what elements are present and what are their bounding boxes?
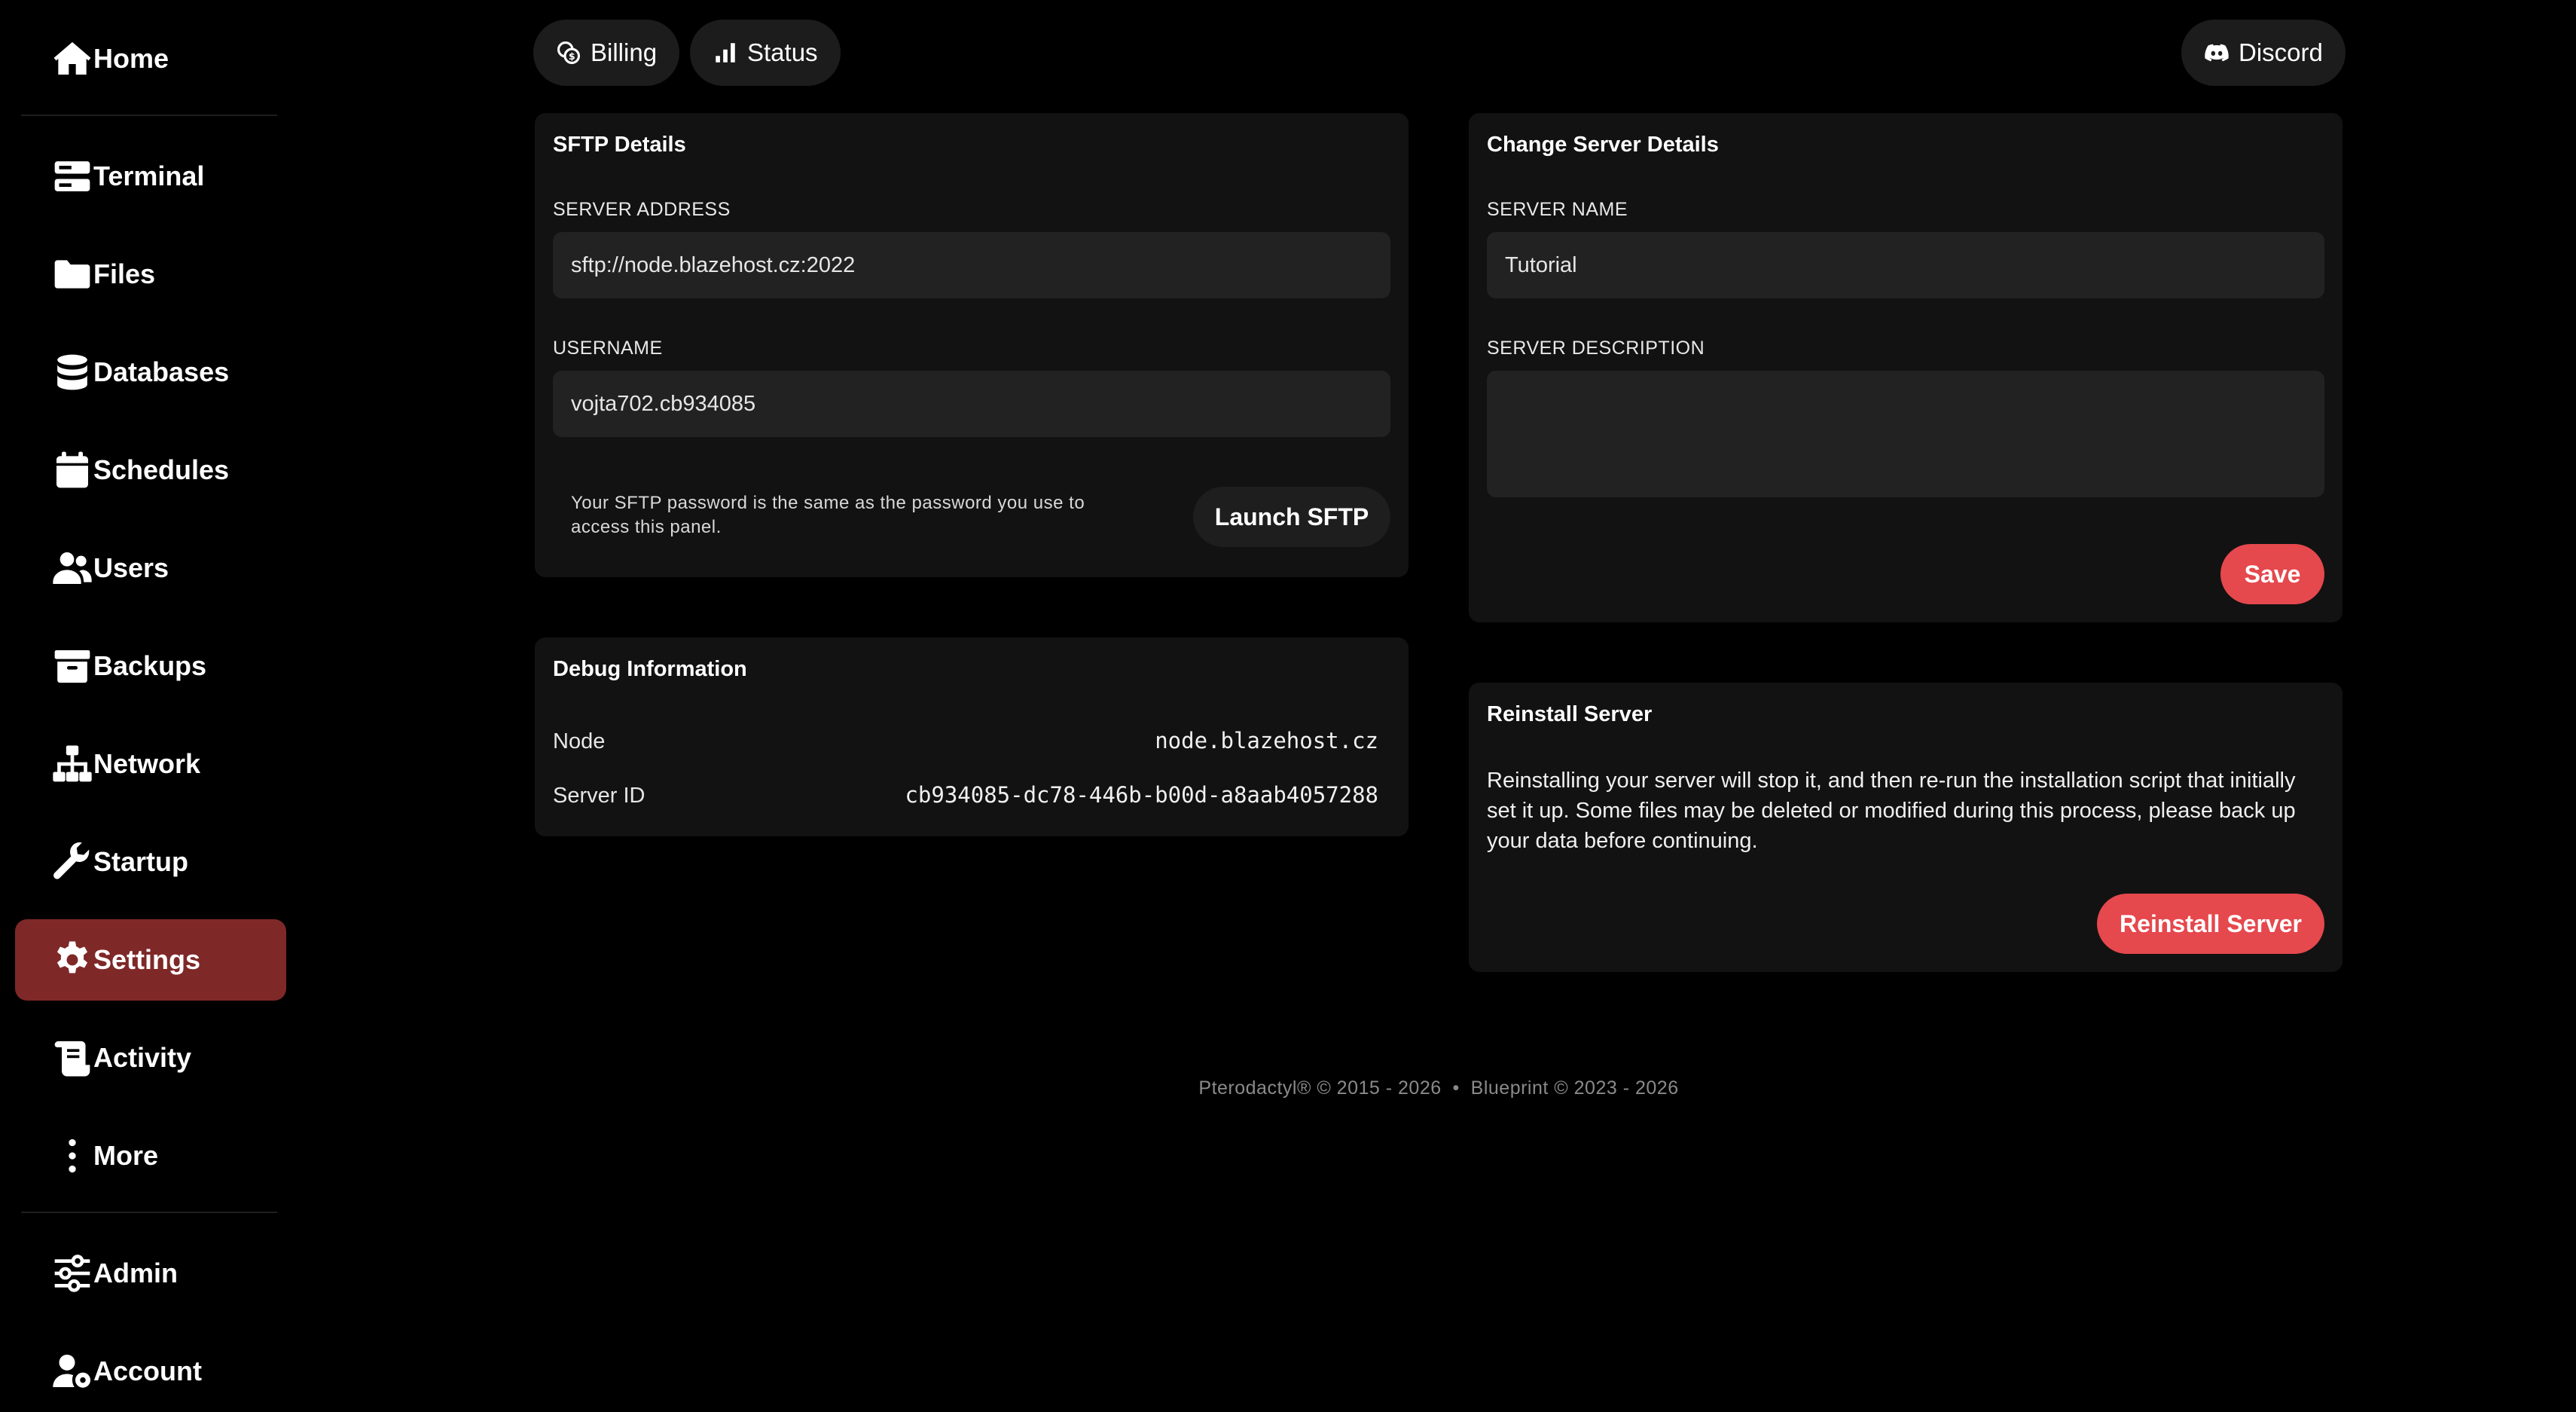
sftp-details-panel: SFTP Details SERVER ADDRESS USERNAME You… <box>535 113 1409 577</box>
user-gear-icon <box>51 1350 93 1392</box>
sidebar-item-network[interactable]: Network <box>15 723 286 805</box>
more-vertical-icon <box>51 1135 93 1177</box>
archive-icon <box>51 645 93 687</box>
discord-icon <box>2204 40 2230 66</box>
reinstall-server-panel: Reinstall Server Reinstalling your serve… <box>1469 683 2343 972</box>
panel-title: Debug Information <box>553 657 747 681</box>
sidebar-item-account[interactable]: Account <box>15 1331 286 1412</box>
calendar-icon <box>51 449 93 491</box>
debug-information-panel: Debug Information Node node.blazehost.cz… <box>535 637 1409 836</box>
panel-title: Change Server Details <box>1487 133 1719 157</box>
sidebar-item-label: Backups <box>93 650 207 681</box>
server-id-value: cb934085-dc78-446b-b00d-a8aab4057288 <box>905 782 1378 808</box>
sidebar-divider <box>21 115 277 116</box>
save-button[interactable]: Save <box>2220 544 2324 604</box>
username-label: USERNAME <box>553 338 663 359</box>
sidebar-item-databases[interactable]: Databases <box>15 332 286 413</box>
terminal-icon <box>51 155 93 197</box>
status-label: Status <box>747 38 818 66</box>
sliders-icon <box>51 1252 93 1294</box>
panel-title: SFTP Details <box>553 133 686 157</box>
folder-icon <box>51 253 93 295</box>
sidebar-divider <box>21 1212 277 1213</box>
billing-label: Billing <box>591 38 658 66</box>
discord-label: Discord <box>2239 38 2323 66</box>
server-name-input[interactable] <box>1487 232 2324 298</box>
launch-sftp-button[interactable]: Launch SFTP <box>1193 487 1390 547</box>
home-icon <box>51 38 93 80</box>
sidebar-item-label: Network <box>93 748 201 779</box>
server-address-label: SERVER ADDRESS <box>553 199 731 220</box>
sidebar-item-more[interactable]: More <box>15 1115 286 1197</box>
users-icon <box>51 547 93 589</box>
sidebar-item-admin[interactable]: Admin <box>15 1233 286 1314</box>
svg-text:$: $ <box>569 51 575 63</box>
server-description-textarea[interactable] <box>1487 371 2324 497</box>
sidebar-item-backups[interactable]: Backups <box>15 625 286 707</box>
sidebar-item-label: Home <box>93 43 169 74</box>
sidebar-item-startup[interactable]: Startup <box>15 821 286 903</box>
sidebar-item-label: Settings <box>93 944 201 975</box>
sidebar-item-label: Files <box>93 258 156 289</box>
server-description-label: SERVER DESCRIPTION <box>1487 338 1705 359</box>
sidebar-item-users[interactable]: Users <box>15 527 286 609</box>
sidebar-item-label: Databases <box>93 356 230 387</box>
billing-icon: $ <box>556 40 581 66</box>
sidebar-item-label: Activity <box>93 1042 192 1073</box>
sidebar-item-label: Admin <box>93 1258 178 1288</box>
network-icon <box>51 743 93 785</box>
sidebar-item-label: Terminal <box>93 160 205 191</box>
node-label: Node <box>553 729 606 753</box>
sidebar-item-label: Users <box>93 552 169 583</box>
server-name-label: SERVER NAME <box>1487 199 1628 220</box>
database-icon <box>51 351 93 393</box>
sidebar-item-home[interactable]: Home <box>15 18 286 99</box>
sidebar-item-terminal[interactable]: Terminal <box>15 136 286 217</box>
sidebar: Home Terminal Files Databases Schedules … <box>0 0 301 1403</box>
sidebar-item-label: Account <box>93 1355 202 1386</box>
sidebar-item-label: Schedules <box>93 454 230 485</box>
change-server-details-panel: Change Server Details SERVER NAME SERVER… <box>1469 113 2343 622</box>
discord-button[interactable]: Discord <box>2181 20 2346 86</box>
username-input[interactable] <box>553 371 1390 437</box>
reinstall-server-button[interactable]: Reinstall Server <box>2097 894 2324 954</box>
sidebar-item-label: Startup <box>93 846 188 877</box>
reinstall-warning-text: Reinstalling your server will stop it, a… <box>1487 769 2296 853</box>
billing-button[interactable]: $ Billing <box>533 20 680 86</box>
scroll-icon <box>51 1037 93 1079</box>
wrench-icon <box>51 841 93 883</box>
server-id-label: Server ID <box>553 784 646 808</box>
sidebar-item-settings[interactable]: Settings <box>15 919 286 1001</box>
sftp-password-note: Your SFTP password is the same as the pa… <box>571 493 1085 537</box>
sidebar-item-schedules[interactable]: Schedules <box>15 429 286 511</box>
panel-title: Reinstall Server <box>1487 702 1653 726</box>
footer-copyright: Pterodactyl® © 2015 - 2026 • Blueprint ©… <box>1198 1077 1679 1099</box>
sidebar-item-label: More <box>93 1140 159 1171</box>
node-value: node.blazehost.cz <box>1155 728 1378 753</box>
signal-bars-icon <box>713 40 738 66</box>
server-address-input[interactable] <box>553 232 1390 298</box>
sidebar-item-files[interactable]: Files <box>15 234 286 315</box>
gear-icon <box>51 939 93 981</box>
status-button[interactable]: Status <box>690 20 841 86</box>
